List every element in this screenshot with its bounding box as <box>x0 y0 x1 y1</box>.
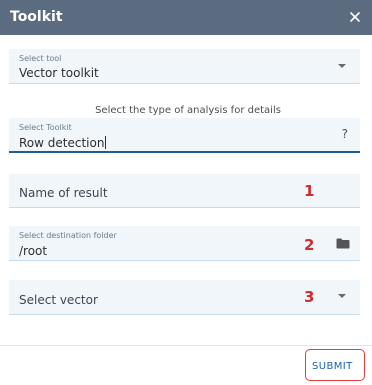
help-icon[interactable]: ? <box>342 127 348 142</box>
destination-folder-field[interactable]: Select destination folder /root 2 <box>9 226 360 261</box>
select-toolkit-value-wrapper: Row detection <box>19 136 107 151</box>
select-toolkit-value: Row detection <box>19 136 105 150</box>
name-of-result-field[interactable]: Name of result 1 <box>9 174 360 208</box>
select-tool-dropdown[interactable]: Select tool Vector toolkit <box>9 49 360 84</box>
dialog-header: Toolkit <box>0 0 372 35</box>
annotation-marker-1: 1 <box>304 182 315 200</box>
select-toolkit-label: Select Toolkit <box>19 123 72 132</box>
select-tool-value: Vector toolkit <box>19 66 99 80</box>
dialog-title: Toolkit <box>10 9 63 25</box>
select-vector-placeholder: Select vector <box>19 293 98 307</box>
select-toolkit-input[interactable]: Select Toolkit Row detection ? <box>9 118 360 153</box>
footer-divider <box>0 345 372 346</box>
submit-button[interactable]: SUBMIT <box>312 360 353 373</box>
select-tool-label: Select tool <box>19 54 62 63</box>
name-of-result-placeholder: Name of result <box>19 186 108 200</box>
folder-icon[interactable] <box>336 238 350 249</box>
toolkit-dialog: Toolkit Select tool Vector toolkit Selec… <box>0 0 372 385</box>
annotation-marker-3: 3 <box>304 288 315 306</box>
chevron-down-icon <box>338 294 346 298</box>
chevron-down-icon <box>338 64 346 68</box>
annotation-marker-2: 2 <box>304 236 315 254</box>
analysis-hint: Select the type of analysis for details <box>95 105 281 116</box>
text-cursor <box>105 136 107 149</box>
destination-folder-value: /root <box>19 244 48 258</box>
destination-folder-label: Select destination folder <box>19 231 117 240</box>
close-icon[interactable] <box>348 10 362 24</box>
select-vector-dropdown[interactable]: Select vector 3 <box>9 280 360 315</box>
